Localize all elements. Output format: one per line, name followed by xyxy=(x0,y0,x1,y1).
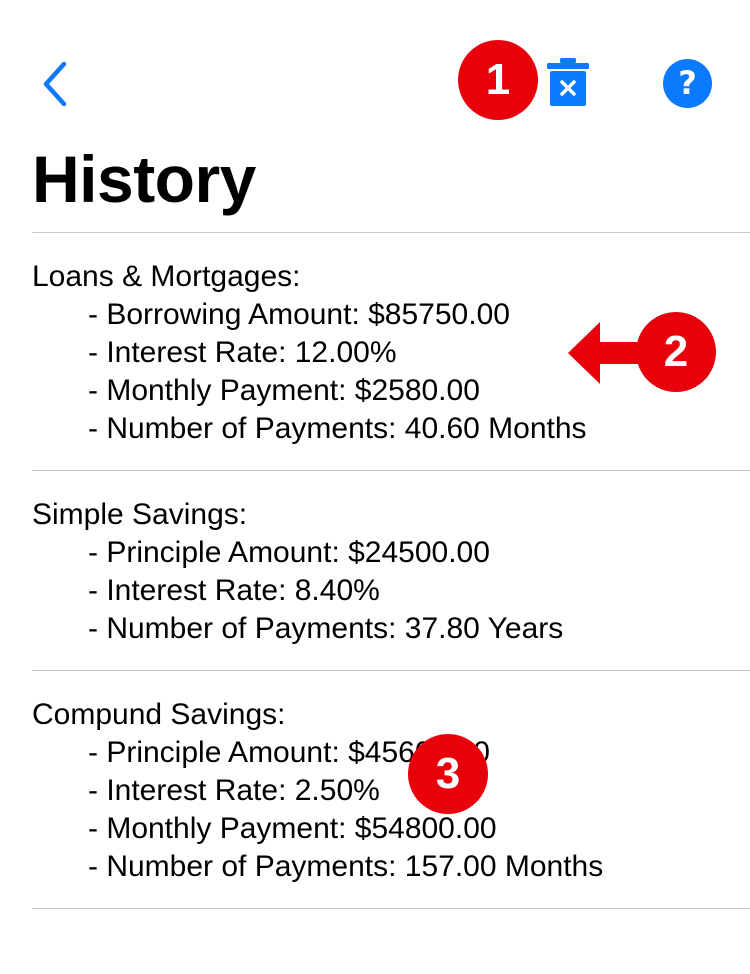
entry-detail: - Interest Rate: 8.40% xyxy=(88,574,380,607)
entry-title: Loans & Mortgages: xyxy=(32,260,301,293)
entry-detail: - Monthly Payment: $54800.00 xyxy=(88,812,497,845)
history-entry-compound-savings[interactable]: Compund Savings: - Principle Amount: $45… xyxy=(32,670,750,909)
annotation-marker-2: 2 xyxy=(636,312,716,392)
help-button[interactable]: ? xyxy=(663,59,712,108)
entry-title: Simple Savings: xyxy=(32,498,248,531)
entry-detail: - Principle Amount: $45609.00 xyxy=(88,736,490,769)
history-entry-simple-savings[interactable]: Simple Savings: - Principle Amount: $245… xyxy=(32,470,750,670)
question-mark-icon: ? xyxy=(678,64,697,102)
entry-detail: - Number of Payments: 37.80 Years xyxy=(88,612,564,645)
back-button[interactable] xyxy=(36,58,76,110)
entry-detail: - Number of Payments: 40.60 Months xyxy=(88,412,587,445)
trash-x-icon xyxy=(547,58,589,106)
entry-detail: - Principle Amount: $24500.00 xyxy=(88,536,490,569)
annotation-marker-1: 1 xyxy=(458,40,538,120)
entry-detail: - Interest Rate: 2.50% xyxy=(88,774,380,807)
annotation-marker-3: 3 xyxy=(408,734,488,814)
entry-detail: - Number of Payments: 157.00 Months xyxy=(88,850,604,883)
page-title: History xyxy=(32,142,256,216)
clear-history-button[interactable] xyxy=(544,56,592,110)
entry-title: Compund Savings: xyxy=(32,698,286,731)
chevron-left-icon xyxy=(43,61,67,107)
